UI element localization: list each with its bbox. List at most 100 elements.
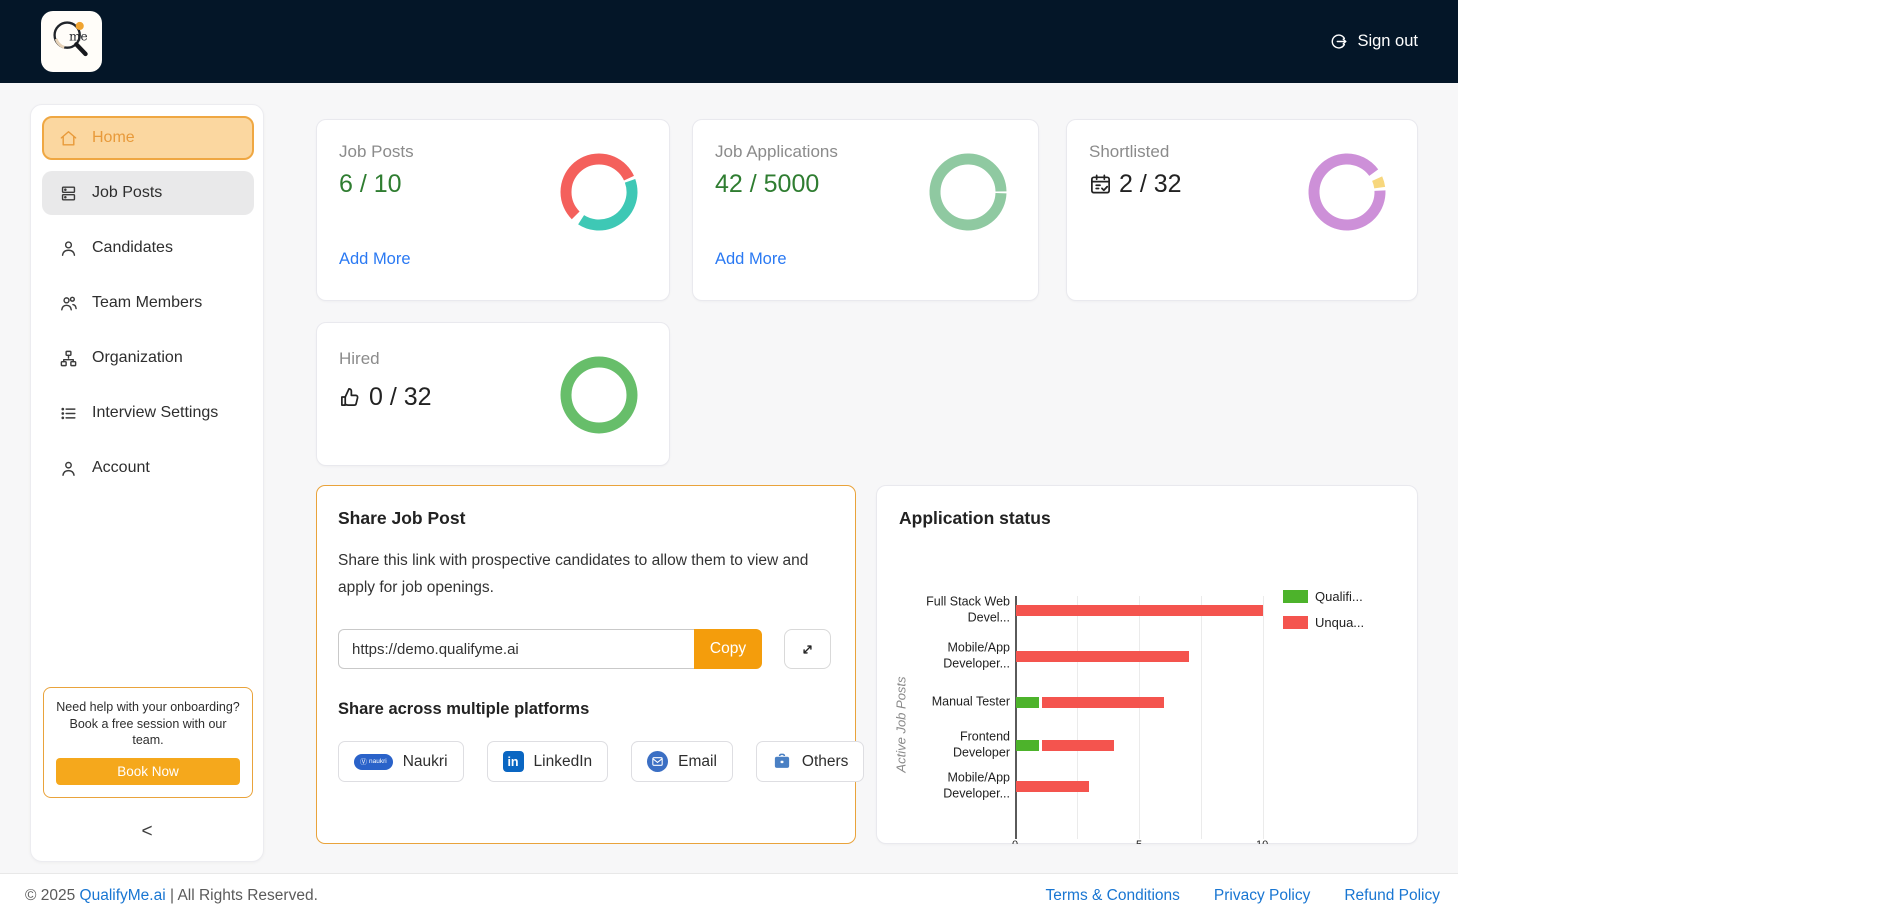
job-applications-card: Job Applications 42 / 5000 Add More bbox=[692, 119, 1039, 301]
svg-text:me: me bbox=[69, 29, 88, 43]
linkedin-icon: in bbox=[502, 751, 524, 772]
qualifyme-link[interactable]: QualifyMe.ai bbox=[80, 887, 166, 905]
add-more-link[interactable]: Add More bbox=[715, 250, 787, 269]
chart-gridline bbox=[1201, 596, 1202, 839]
account-icon bbox=[58, 458, 78, 478]
unqualified-bar-segment bbox=[1016, 650, 1189, 662]
qualified-bar-segment bbox=[1016, 696, 1039, 708]
shortlisted-card: Shortlisted 2 / 32 bbox=[1066, 119, 1418, 301]
chart-title: Application status bbox=[899, 508, 1051, 528]
list-settings-icon bbox=[58, 403, 78, 423]
stat-value: 6 / 10 bbox=[339, 170, 402, 198]
qualifyme-dashboard: me Sign out Home Job Posts Candidates Team … bbox=[0, 0, 1458, 916]
share-card-description: Share this link with prospective candida… bbox=[338, 552, 809, 596]
share-platform-others[interactable]: Others bbox=[755, 741, 865, 782]
sidebar-collapse-button[interactable]: < bbox=[31, 821, 263, 843]
share-platform-linkedin[interactable]: in LinkedIn bbox=[486, 741, 609, 782]
chart-x-tick-label: 10 bbox=[1256, 840, 1268, 844]
sidebar-item-label: Team Members bbox=[92, 294, 203, 311]
sidebar-item-label: Account bbox=[92, 459, 150, 476]
org-chart-icon bbox=[58, 348, 78, 368]
sidebar-item-label: Job Posts bbox=[92, 184, 163, 201]
hired-donut-chart bbox=[560, 356, 638, 434]
unqualified-bar-segment bbox=[1041, 696, 1164, 708]
sign-out-label: Sign out bbox=[1357, 32, 1418, 50]
stat-value: 0 / 32 bbox=[339, 383, 432, 412]
chart-category-label: Full Stack Web Devel... bbox=[926, 594, 1010, 625]
thumbs-up-icon bbox=[339, 386, 362, 409]
stat-title: Hired bbox=[339, 349, 380, 368]
stat-title: Job Posts bbox=[339, 142, 414, 161]
footer-link-refund-policy[interactable]: Refund Policy bbox=[1344, 887, 1440, 905]
person-icon bbox=[58, 238, 78, 258]
sidebar-item-label: Home bbox=[92, 129, 135, 146]
share-platform-email[interactable]: Email bbox=[631, 741, 733, 782]
chart-gridline bbox=[1263, 596, 1264, 839]
unqualified-bar-segment bbox=[1016, 780, 1090, 792]
onboarding-help-box: Need help with your onboarding? Book a f… bbox=[43, 687, 253, 798]
shortlisted-donut-chart bbox=[1308, 153, 1386, 231]
platforms-heading: Share across multiple platforms bbox=[338, 700, 590, 718]
share-link-input[interactable] bbox=[338, 629, 694, 669]
stat-title: Job Applications bbox=[715, 142, 838, 161]
chart-gridline bbox=[1139, 596, 1140, 839]
platform-label: Others bbox=[801, 752, 849, 770]
people-icon bbox=[58, 293, 78, 313]
share-link-row: Copy bbox=[338, 629, 831, 669]
brand-logo[interactable]: me bbox=[41, 11, 102, 72]
chart-x-tick-label: 5 bbox=[1136, 840, 1142, 844]
sidebar-item-interview-settings[interactable]: Interview Settings bbox=[42, 391, 254, 435]
chart-y-axis-title: Active Job Posts bbox=[893, 676, 909, 773]
naukri-icon: Ⓥnaukri bbox=[354, 753, 393, 770]
copyright-text: © 2025 QualifyMe.ai | All Rights Reserve… bbox=[25, 886, 318, 905]
legend-swatch bbox=[1283, 590, 1308, 603]
sidebar-item-home[interactable]: Home bbox=[42, 116, 254, 160]
chart-x-tick-label: 0 bbox=[1012, 840, 1018, 844]
stat-value: 42 / 5000 bbox=[715, 170, 820, 198]
top-navbar: me Sign out bbox=[0, 0, 1458, 83]
share-card-title: Share Job Post bbox=[338, 508, 466, 528]
logout-icon bbox=[1329, 32, 1348, 51]
job-posts-donut-chart bbox=[560, 153, 638, 231]
share-job-post-card: Share Job Post Share this link with pros… bbox=[316, 485, 865, 844]
expand-button[interactable] bbox=[784, 629, 831, 669]
job-applications-donut-chart bbox=[929, 153, 1007, 231]
sidebar-item-account[interactable]: Account bbox=[42, 446, 254, 490]
footer-link-privacy-policy[interactable]: Privacy Policy bbox=[1214, 887, 1310, 905]
briefcase-icon bbox=[772, 752, 792, 771]
legend-swatch bbox=[1283, 616, 1308, 629]
job-posts-card: Job Posts 6 / 10 Add More bbox=[316, 119, 670, 301]
platform-label: Naukri bbox=[402, 752, 448, 770]
stat-value: 2 / 32 bbox=[1089, 170, 1182, 199]
sidebar-item-organization[interactable]: Organization bbox=[42, 336, 254, 380]
unqualified-bar-segment bbox=[1016, 604, 1263, 616]
book-now-button[interactable]: Book Now bbox=[56, 757, 240, 785]
expand-icon bbox=[799, 641, 816, 658]
add-more-link[interactable]: Add More bbox=[339, 250, 411, 269]
footer-link-terms-conditions[interactable]: Terms & Conditions bbox=[1046, 887, 1180, 905]
legend-label: Unqua... bbox=[1315, 615, 1365, 630]
share-platform-naukri[interactable]: Ⓥnaukri Naukri bbox=[338, 741, 464, 782]
sidebar-item-candidates[interactable]: Candidates bbox=[42, 226, 254, 270]
job-posts-icon bbox=[58, 183, 78, 203]
sidebar: Home Job Posts Candidates Team Members Organ… bbox=[30, 104, 264, 862]
magnifier-logo-icon: me bbox=[43, 10, 101, 73]
sidebar-item-label: Organization bbox=[92, 349, 183, 366]
sidebar-item-label: Candidates bbox=[92, 239, 173, 256]
sidebar-item-label: Interview Settings bbox=[92, 404, 219, 421]
home-icon bbox=[58, 128, 78, 148]
chart-legend-item: Qualifi... bbox=[1283, 589, 1363, 604]
footer: © 2025 QualifyMe.ai | All Rights Reserve… bbox=[0, 873, 1458, 916]
application-status-chart: Full Stack Web Devel... Mobile/App Develo… bbox=[877, 486, 1419, 845]
qualified-bar-segment bbox=[1016, 739, 1039, 751]
platform-label: Email bbox=[678, 752, 717, 770]
help-text: Need help with your onboarding? Book a f… bbox=[56, 700, 240, 747]
sign-out-button[interactable]: Sign out bbox=[1329, 0, 1418, 83]
hired-card: Hired 0 / 32 bbox=[316, 322, 670, 466]
email-icon bbox=[647, 751, 669, 772]
sidebar-item-team-members[interactable]: Team Members bbox=[42, 281, 254, 325]
sidebar-item-job-posts[interactable]: Job Posts bbox=[42, 171, 254, 215]
copy-button[interactable]: Copy bbox=[694, 629, 762, 669]
platform-label: LinkedIn bbox=[533, 752, 593, 770]
calendar-check-icon bbox=[1089, 173, 1112, 196]
